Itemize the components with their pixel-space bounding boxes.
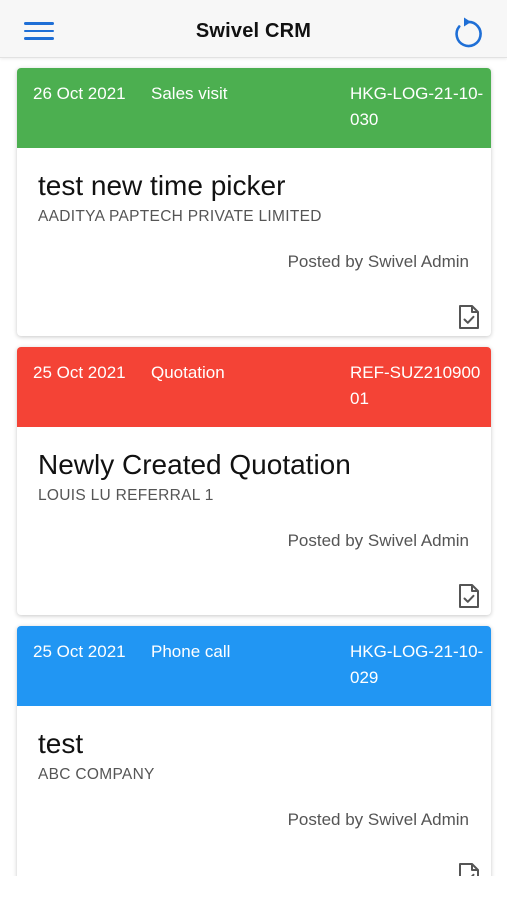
card-body: test new time picker AADITYA PAPTECH PRI… — [17, 148, 491, 336]
app-bar: Swivel CRM — [0, 0, 507, 58]
card-header: 26 Oct 2021 Sales visit HKG-LOG-21-10-03… — [17, 68, 491, 148]
card-activity-type: Phone call — [151, 642, 231, 661]
activity-card[interactable]: 26 Oct 2021 Sales visit HKG-LOG-21-10-03… — [17, 68, 491, 336]
card-company: AADITYA PAPTECH PRIVATE LIMITED — [38, 208, 322, 225]
card-body: Newly Created Quotation LOUIS LU REFERRA… — [17, 427, 491, 615]
card-date: 25 Oct 2021 — [33, 363, 126, 382]
card-header: 25 Oct 2021 Phone call HKG-LOG-21-10-029 — [17, 626, 491, 706]
card-reference: REF-SUZ21090001 — [350, 363, 481, 408]
card-posted-by: Posted by Swivel Admin — [287, 531, 469, 550]
card-body: test ABC COMPANY Posted by Swivel Admin — [17, 706, 491, 876]
card-company: ABC COMPANY — [38, 766, 155, 783]
card-activity-type: Sales visit — [151, 84, 228, 103]
activity-feed: 26 Oct 2021 Sales visit HKG-LOG-21-10-03… — [0, 58, 507, 876]
card-subject: test new time picker — [38, 170, 286, 201]
card-activity-type: Quotation — [151, 363, 225, 382]
card-reference: HKG-LOG-21-10-029 — [350, 642, 484, 687]
refresh-icon[interactable] — [450, 16, 486, 52]
activity-card[interactable]: 25 Oct 2021 Phone call HKG-LOG-21-10-029… — [17, 626, 491, 876]
card-date: 25 Oct 2021 — [33, 642, 126, 661]
document-check-icon[interactable] — [457, 583, 481, 609]
document-check-icon[interactable] — [457, 304, 481, 330]
card-posted-by: Posted by Swivel Admin — [287, 252, 469, 271]
activity-card[interactable]: 25 Oct 2021 Quotation REF-SUZ21090001 Ne… — [17, 347, 491, 615]
card-date: 26 Oct 2021 — [33, 84, 126, 103]
card-header: 25 Oct 2021 Quotation REF-SUZ21090001 — [17, 347, 491, 427]
card-subject: Newly Created Quotation — [38, 449, 351, 480]
card-company: LOUIS LU REFERRAL 1 — [38, 487, 214, 504]
card-posted-by: Posted by Swivel Admin — [287, 810, 469, 829]
document-check-icon[interactable] — [457, 862, 481, 876]
card-reference: HKG-LOG-21-10-030 — [350, 84, 484, 129]
page-title: Swivel CRM — [195, 20, 312, 42]
bottom-safe-area — [0, 876, 507, 900]
card-subject: test — [38, 728, 84, 759]
